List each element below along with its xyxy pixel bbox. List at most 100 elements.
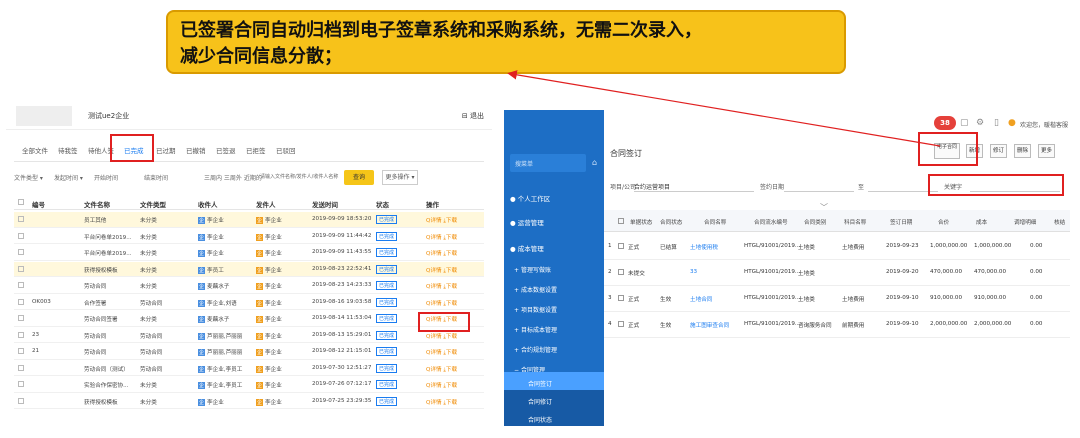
- download-link[interactable]: ⤓下载: [443, 235, 457, 241]
- more-actions-button[interactable]: 更多操作 ▾: [382, 170, 418, 185]
- download-link[interactable]: ⤓下载: [443, 301, 457, 307]
- avatar[interactable]: ●: [1008, 118, 1016, 128]
- download-link[interactable]: ⤓下载: [443, 400, 457, 406]
- query-button[interactable]: 查询: [344, 170, 374, 185]
- send-time-select[interactable]: 发起时间 ▾: [54, 173, 83, 182]
- keyword-input[interactable]: 请输入文件名称/发件人/收件人名称: [260, 173, 338, 180]
- file-type-select[interactable]: 文件类型 ▾: [14, 173, 43, 182]
- sidebar-item-target-cost[interactable]: + 目标成本管理: [504, 318, 604, 340]
- row-checkbox[interactable]: [18, 232, 24, 239]
- start-date-input[interactable]: 开始时间: [94, 173, 118, 182]
- revise-button[interactable]: 修订: [990, 144, 1008, 158]
- delete-button[interactable]: 删除: [1014, 144, 1032, 158]
- tab-withdrawn[interactable]: 已签退: [216, 145, 236, 155]
- sign-date-start[interactable]: [784, 179, 854, 192]
- table-row[interactable]: 2 未提交 33 HTGL/91001/2019... 土地类 2019-09-20 470…: [604, 260, 1070, 286]
- end-date-input[interactable]: 结束时间: [144, 173, 168, 182]
- select-all-checkbox[interactable]: [618, 218, 624, 224]
- download-link[interactable]: ⤓下载: [443, 367, 457, 373]
- download-link[interactable]: ⤓下载: [443, 268, 457, 274]
- exit-link[interactable]: ⊟ 退出: [462, 111, 484, 121]
- row-checkbox[interactable]: [18, 397, 24, 404]
- cell-name[interactable]: 劳动合同: [84, 332, 106, 340]
- row-checkbox[interactable]: [618, 243, 624, 249]
- quick-range[interactable]: 三周内 三周外 近期的: [204, 173, 262, 182]
- cell-contract-name[interactable]: 土地合同: [690, 295, 712, 303]
- cell-name[interactable]: 劳动合同（测试）: [84, 365, 129, 373]
- row-checkbox[interactable]: [618, 269, 624, 275]
- table-row[interactable]: OK003 合作签署 劳动合同企李企业,刘语企李企业 2019-08-16 19:03…: [14, 295, 484, 310]
- tab-to-me[interactable]: 待我签: [58, 145, 78, 155]
- table-row[interactable]: 劳动合同 未分类企麦藕水子企李企业 2019-08-23 14:23:33 已完成 Q详…: [14, 278, 484, 294]
- download-link[interactable]: ⤓下载: [443, 334, 457, 340]
- table-row[interactable]: 获得授权模板 未分类企李员工企李企业 2019-08-23 22:52:41 已完成 Q…: [14, 261, 484, 277]
- cell-name[interactable]: 获得授权模板: [84, 398, 118, 406]
- sidebar-item-operations[interactable]: ● 运营管理: [504, 210, 604, 232]
- row-checkbox[interactable]: [18, 282, 24, 288]
- sidebar-item-bookkeeping[interactable]: + 管理写做账: [504, 258, 604, 280]
- tab-expired[interactable]: 已过期: [156, 145, 176, 155]
- table-row[interactable]: 劳动合同签署 未分类企麦藕水子企李企业 2019-08-14 11:53:04 已完成…: [14, 311, 484, 327]
- download-link[interactable]: ⤓下载: [443, 383, 457, 389]
- table-row[interactable]: 4 正式 生效 施工图审查合同 HTGL/91001/2019... 咨询服务合同 前期费用…: [604, 312, 1070, 338]
- row-checkbox[interactable]: [618, 321, 624, 327]
- download-link[interactable]: ⤓下载: [443, 218, 457, 224]
- download-link[interactable]: ⤓下载: [443, 284, 457, 290]
- settings-icon[interactable]: ⚙: [976, 118, 984, 128]
- row-checkbox[interactable]: [18, 249, 24, 255]
- table-row[interactable]: 员工其他 未分类企李企业企李企业 2019-09-09 18:53:20 已完成 Q详情…: [14, 212, 484, 228]
- download-link[interactable]: ⤓下载: [443, 251, 457, 257]
- row-checkbox[interactable]: [18, 298, 24, 305]
- sidebar-item-cost[interactable]: ● 成本管理: [504, 236, 604, 258]
- sidebar-item-contract-status[interactable]: 合同状态: [504, 408, 604, 426]
- detail-link[interactable]: Q详情: [426, 301, 442, 307]
- row-checkbox[interactable]: [18, 315, 24, 321]
- welcome-text[interactable]: 欢迎您，暖楷客服: [1020, 120, 1068, 129]
- detail-link[interactable]: Q详情: [426, 383, 442, 389]
- select-all-checkbox[interactable]: [18, 199, 24, 205]
- table-row[interactable]: 劳动合同（测试） 劳动合同企李企业,李员工企李企业 2019-07-30 12:51…: [14, 361, 484, 376]
- table-row[interactable]: 实验合作保密协... 未分类企李企业,李员工企李企业 2019-07-26 07:1…: [14, 377, 484, 393]
- row-checkbox[interactable]: [18, 265, 24, 272]
- detail-link[interactable]: Q详情: [426, 367, 442, 373]
- tab-revoked[interactable]: 已撤销: [186, 145, 206, 155]
- cell-name[interactable]: 实验合作保密协...: [84, 381, 129, 389]
- detail-link[interactable]: Q详情: [426, 251, 442, 257]
- notification-badge[interactable]: 38: [934, 116, 956, 130]
- row-checkbox[interactable]: [18, 381, 24, 387]
- detail-link[interactable]: Q详情: [426, 268, 442, 274]
- tab-rejected[interactable]: 已拒签: [246, 145, 266, 155]
- message-icon[interactable]: ▢: [960, 118, 969, 128]
- menu-search-input[interactable]: 搜菜单: [510, 154, 586, 172]
- table-row[interactable]: 23 劳动合同 劳动合同企芦丽丽,芦丽丽企李企业 2019-08-13 15:29:0…: [14, 328, 484, 343]
- cell-name[interactable]: 合作签署: [84, 299, 106, 307]
- row-checkbox[interactable]: [18, 216, 24, 222]
- sidebar-item-cost-data[interactable]: + 成本数据设置: [504, 278, 604, 300]
- table-row[interactable]: 平台问卷单2019... 未分类企李企业企李企业 2019-09-09 11:43:…: [14, 245, 484, 261]
- detail-link[interactable]: Q详情: [426, 235, 442, 241]
- detail-link[interactable]: Q详情: [426, 400, 442, 406]
- download-link[interactable]: ⤓下载: [443, 350, 457, 356]
- table-row[interactable]: 1 正式 已结算 土地使用税 HTGL/91001/2019... 土地类 土地费用 2019…: [604, 234, 1070, 260]
- cell-name[interactable]: 劳动合同: [84, 282, 106, 290]
- tab-all[interactable]: 全部文件: [22, 145, 48, 155]
- sidebar-item-project-data[interactable]: + 项目数据设置: [504, 298, 604, 320]
- cell-name[interactable]: 劳动合同: [84, 348, 106, 356]
- row-checkbox[interactable]: [18, 331, 24, 338]
- cell-name[interactable]: 获得授权模板: [84, 266, 118, 274]
- table-row[interactable]: 平台问卷单2019... 未分类企李企业企李企业 2019-09-09 11:44:…: [14, 229, 484, 244]
- cell-name[interactable]: 劳动合同签署: [84, 315, 118, 323]
- detail-link[interactable]: Q详情: [426, 350, 442, 356]
- sidebar-item-workspace[interactable]: ● 个人工作区: [504, 186, 604, 208]
- cell-contract-name[interactable]: 施工图审查合同: [690, 321, 729, 329]
- phone-icon[interactable]: ▯: [994, 118, 999, 128]
- detail-link[interactable]: Q详情: [426, 218, 442, 224]
- detail-link[interactable]: Q详情: [426, 284, 442, 290]
- row-checkbox[interactable]: [18, 348, 24, 354]
- table-row[interactable]: 3 正式 生效 土地合同 HTGL/91001/2019... 土地类 土地费用 2019-0…: [604, 286, 1070, 312]
- cell-contract-name[interactable]: 土地使用税: [690, 243, 718, 251]
- more-button[interactable]: 更多: [1038, 144, 1056, 158]
- table-row[interactable]: 21 劳动合同 劳动合同企芦丽丽,芦丽丽企李企业 2019-08-12 21:15:0…: [14, 344, 484, 360]
- row-checkbox[interactable]: [618, 295, 624, 301]
- cell-contract-name[interactable]: 33: [690, 269, 697, 275]
